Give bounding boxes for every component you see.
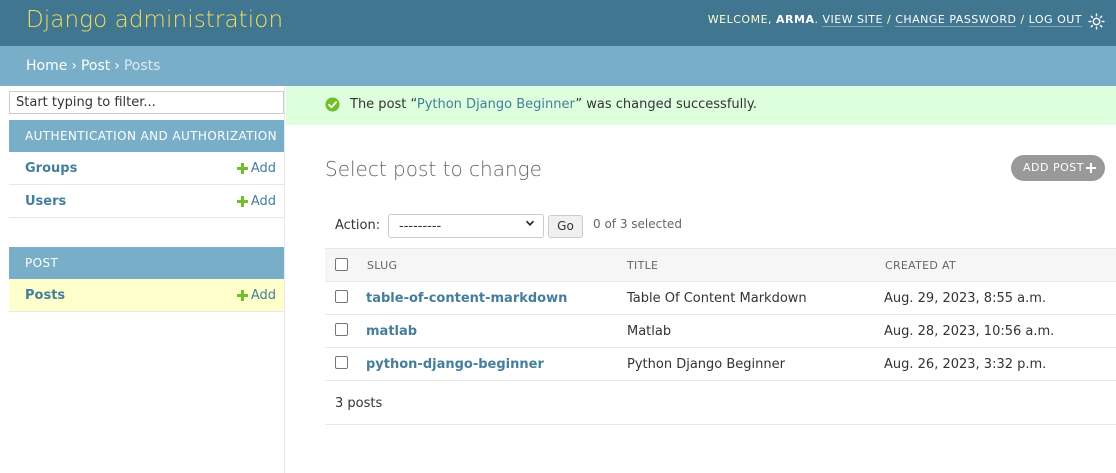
- separator: /: [886, 13, 892, 26]
- row-slug-link[interactable]: table-of-content-markdown: [366, 291, 567, 306]
- page-title: Select post to change: [325, 157, 542, 181]
- table-row: python-django-beginner Python Django Beg…: [325, 348, 1116, 381]
- row-checkbox[interactable]: [335, 356, 348, 369]
- row-title: Table Of Content Markdown: [627, 291, 807, 306]
- sidebar-item-users: Users Add: [9, 185, 284, 218]
- sidebar-item-label[interactable]: Posts: [25, 288, 65, 303]
- row-checkbox[interactable]: [335, 290, 348, 303]
- add-posts-button[interactable]: Add: [236, 288, 276, 303]
- module-auth: Authentication and Authorization Groups …: [9, 120, 284, 218]
- breadcrumb-current: Posts: [123, 58, 161, 74]
- add-label: Add: [250, 194, 276, 209]
- breadcrumb-app[interactable]: Post: [81, 58, 110, 74]
- success-message: The post “Python Django Beginner” was ch…: [286, 86, 1116, 125]
- row-created-at: Aug. 29, 2023, 8:55 a.m.: [884, 291, 1047, 306]
- table-row: matlab Matlab Aug. 28, 2023, 10:56 a.m.: [325, 315, 1116, 348]
- go-button[interactable]: Go: [548, 215, 583, 238]
- paginator: 3 posts: [325, 382, 1116, 425]
- breadcrumb: Home › Post › Posts: [0, 46, 1116, 86]
- row-slug-link[interactable]: matlab: [366, 324, 417, 339]
- action-select-value: ---------: [399, 219, 442, 234]
- row-slug-link[interactable]: python-django-beginner: [366, 357, 544, 372]
- row-created-at: Aug. 28, 2023, 10:56 a.m.: [884, 324, 1055, 339]
- row-created-at: Aug. 26, 2023, 3:32 p.m.: [884, 357, 1047, 372]
- sidebar-item-label[interactable]: Groups: [25, 161, 77, 176]
- username: ARMA: [776, 13, 815, 26]
- breadcrumb-separator: ›: [71, 58, 77, 74]
- action-label: Action:: [335, 218, 381, 233]
- sidebar-filter-input[interactable]: [9, 91, 284, 114]
- plus-icon: [236, 163, 248, 174]
- welcome-prefix: WELCOME,: [707, 13, 773, 26]
- column-header-title[interactable]: TITLE: [627, 259, 658, 272]
- check-circle-icon: [325, 97, 340, 112]
- chevron-down-icon: [525, 220, 535, 226]
- plus-icon: [236, 290, 248, 301]
- message-post-link[interactable]: Python Django Beginner: [417, 97, 576, 112]
- result-table: SLUG TITLE CREATED AT table-of-content-m…: [325, 248, 1116, 381]
- column-header-created-at[interactable]: CREATED AT: [885, 259, 956, 272]
- change-password-link[interactable]: CHANGE PASSWORD: [895, 13, 1017, 27]
- plus-icon: [236, 196, 248, 207]
- row-checkbox[interactable]: [335, 323, 348, 336]
- log-out-link[interactable]: LOG OUT: [1028, 13, 1082, 27]
- message-text: The post “: [350, 97, 417, 112]
- sidebar-item-groups: Groups Add: [9, 152, 284, 185]
- add-groups-button[interactable]: Add: [236, 161, 276, 176]
- sidebar-item-posts: Posts Add: [9, 279, 284, 312]
- view-site-link[interactable]: VIEW SITE: [822, 13, 883, 27]
- breadcrumb-separator: ›: [114, 58, 120, 74]
- action-select[interactable]: ---------: [388, 214, 544, 238]
- add-users-button[interactable]: Add: [236, 194, 276, 209]
- column-header-slug[interactable]: SLUG: [367, 259, 397, 272]
- row-title: Matlab: [627, 324, 672, 339]
- header: Django administration WELCOME, ARMA. VIE…: [0, 0, 1116, 46]
- nav-sidebar: Authentication and Authorization Groups …: [0, 86, 285, 473]
- table-row: table-of-content-markdown Table Of Conte…: [325, 282, 1116, 315]
- add-label: Add: [250, 288, 276, 303]
- module-caption[interactable]: Authentication and Authorization: [9, 120, 284, 152]
- add-label: Add: [250, 161, 276, 176]
- selected-count: 0 of 3 selected: [593, 217, 682, 231]
- site-branding[interactable]: Django administration: [26, 7, 283, 33]
- separator: /: [1020, 13, 1025, 26]
- sun-icon[interactable]: [1088, 13, 1105, 30]
- add-post-label: ADD POST: [1023, 161, 1084, 174]
- select-all-checkbox[interactable]: [335, 258, 348, 271]
- row-title: Python Django Beginner: [627, 357, 785, 372]
- user-tools: WELCOME, ARMA. VIEW SITE / CHANGE PASSWO…: [707, 13, 1082, 27]
- sidebar-item-label[interactable]: Users: [25, 194, 66, 209]
- plus-icon: [1086, 163, 1096, 173]
- breadcrumb-home[interactable]: Home: [26, 58, 67, 74]
- message-text: ” was changed successfully.: [575, 97, 757, 112]
- table-header: SLUG TITLE CREATED AT: [325, 248, 1116, 282]
- add-post-button[interactable]: ADD POST: [1011, 155, 1105, 181]
- module-caption[interactable]: Post: [9, 247, 284, 279]
- module-post: Post Posts Add: [9, 247, 284, 312]
